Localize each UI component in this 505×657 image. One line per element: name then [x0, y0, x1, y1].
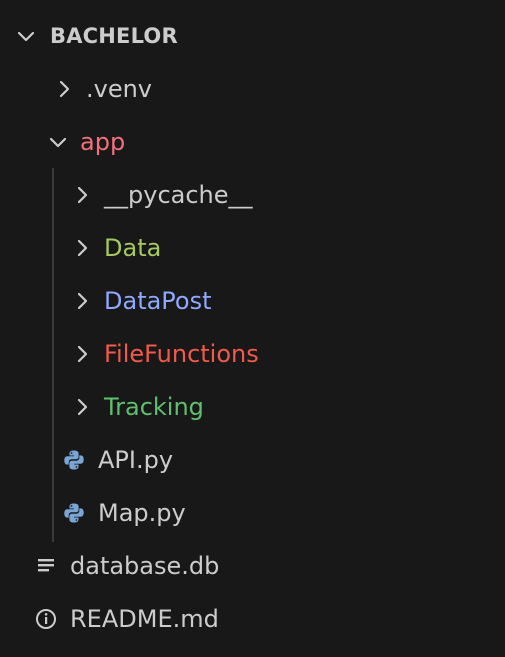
explorer-root-header[interactable]: BACHELOR: [0, 10, 505, 62]
chevron-right-icon[interactable]: [70, 395, 94, 419]
tree-item-label: DataPost: [104, 287, 212, 315]
tree-item-app[interactable]: app: [0, 116, 505, 168]
chevron-down-icon[interactable]: [14, 24, 38, 48]
tree-item-map-py[interactable]: Map.py: [0, 487, 505, 539]
tree-item-filefunctions[interactable]: FileFunctions: [0, 328, 505, 380]
tree-item-label: Map.py: [98, 499, 186, 527]
tree-item-label: FileFunctions: [104, 340, 259, 368]
chevron-right-icon[interactable]: [70, 236, 94, 260]
python-icon: [62, 501, 86, 525]
python-icon: [62, 448, 86, 472]
tree-item-data[interactable]: Data: [0, 222, 505, 274]
tree-item-datapost[interactable]: DataPost: [0, 275, 505, 327]
tree-item-venv[interactable]: .venv: [0, 63, 505, 115]
tree-item-pycache[interactable]: __pycache__: [0, 169, 505, 221]
chevron-right-icon[interactable]: [52, 77, 76, 101]
chevron-right-icon[interactable]: [70, 289, 94, 313]
tree-item-readme-md[interactable]: README.md: [0, 593, 505, 645]
tree-item-label: README.md: [70, 605, 219, 633]
info-icon: [34, 607, 58, 631]
tree-item-label: app: [80, 128, 126, 156]
database-lines-icon: [34, 554, 58, 578]
tree-item-label: .venv: [86, 75, 153, 103]
chevron-down-icon[interactable]: [46, 130, 70, 154]
tree-item-label: API.py: [98, 446, 174, 474]
tree-item-label: Tracking: [104, 393, 204, 421]
file-explorer: BACHELOR .venv app __pycache__ Data Data…: [0, 0, 505, 657]
tree-item-api-py[interactable]: API.py: [0, 434, 505, 486]
tree-item-database-db[interactable]: database.db: [0, 540, 505, 592]
tree-item-label: database.db: [70, 552, 220, 580]
explorer-root-label: BACHELOR: [50, 24, 178, 48]
chevron-right-icon[interactable]: [70, 342, 94, 366]
tree-item-label: Data: [104, 234, 162, 262]
chevron-right-icon[interactable]: [70, 183, 94, 207]
tree-item-label: __pycache__: [104, 181, 253, 209]
tree-item-tracking[interactable]: Tracking: [0, 381, 505, 433]
